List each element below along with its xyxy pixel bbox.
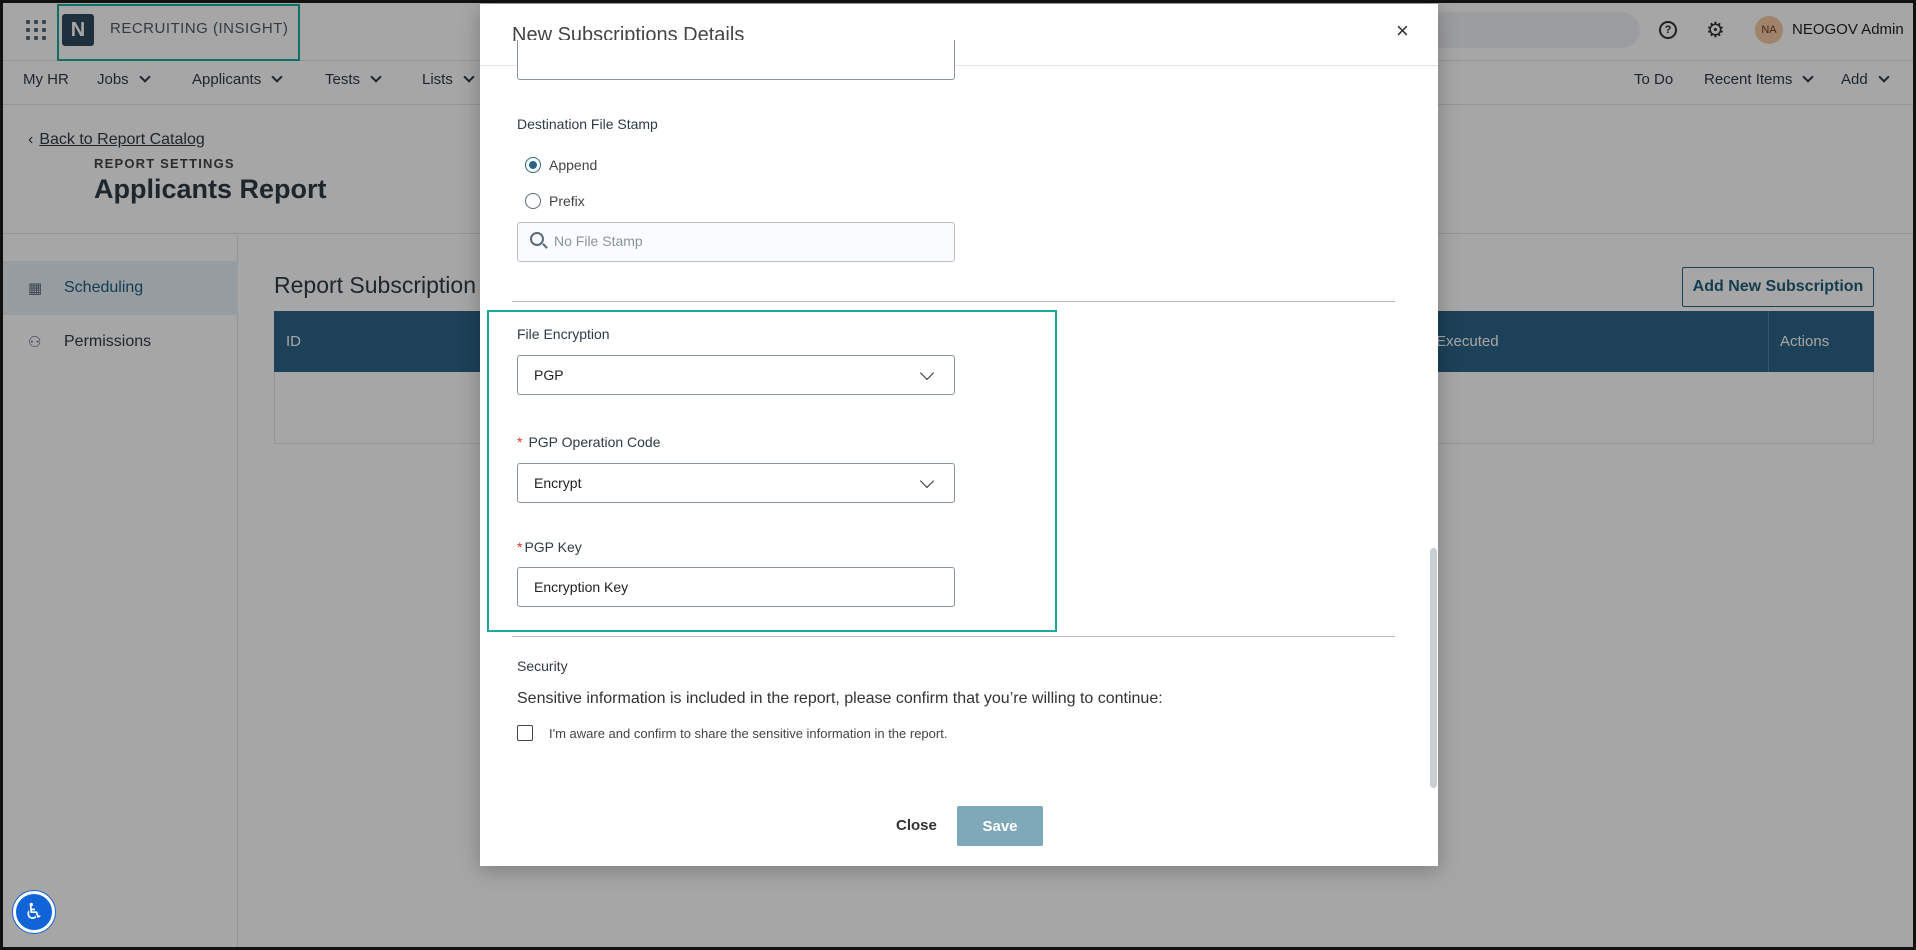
append-label[interactable]: Append xyxy=(549,157,597,173)
confirm-sensitive-label[interactable]: I'm aware and confirm to share the sensi… xyxy=(549,726,947,741)
required-marker: * xyxy=(517,434,523,450)
file-encryption-select[interactable]: PGP xyxy=(517,355,955,395)
prefix-label[interactable]: Prefix xyxy=(549,193,585,209)
confirm-sensitive-checkbox[interactable] xyxy=(517,725,533,741)
pgp-operation-code-value: Encrypt xyxy=(534,475,582,491)
pgp-operation-code-label: * PGP Operation Code xyxy=(517,434,661,450)
divider xyxy=(512,636,1395,637)
close-icon[interactable]: × xyxy=(1396,18,1409,44)
file-stamp-placeholder: No File Stamp xyxy=(554,233,643,249)
pgp-key-value: Encryption Key xyxy=(534,579,629,595)
file-stamp-search-input[interactable]: No File Stamp xyxy=(517,222,955,262)
destination-file-stamp-label: Destination File Stamp xyxy=(517,116,658,132)
search-icon xyxy=(530,232,544,246)
required-marker: * xyxy=(517,539,523,555)
prefix-radio[interactable] xyxy=(525,193,541,209)
pgp-operation-code-select[interactable]: Encrypt xyxy=(517,463,955,503)
modal-scrollbar-thumb[interactable] xyxy=(1430,548,1437,788)
chevron-down-icon xyxy=(919,365,935,381)
security-message: Sensitive information is included in the… xyxy=(517,690,1163,707)
previous-field[interactable] xyxy=(517,40,955,80)
file-encryption-label: File Encryption xyxy=(517,326,610,342)
divider xyxy=(512,301,1395,302)
security-heading: Security xyxy=(517,658,568,674)
subscription-modal: New Subscriptions Details × Destination … xyxy=(480,4,1438,866)
chevron-down-icon xyxy=(919,473,935,489)
append-radio[interactable] xyxy=(525,157,541,173)
pgp-key-input[interactable]: Encryption Key xyxy=(517,567,955,607)
file-encryption-value: PGP xyxy=(534,367,564,383)
save-button[interactable]: Save xyxy=(957,806,1043,846)
close-button[interactable]: Close xyxy=(896,817,937,834)
accessibility-icon[interactable]: ♿ xyxy=(13,891,55,933)
pgp-key-label: * PGP Key xyxy=(517,539,582,555)
